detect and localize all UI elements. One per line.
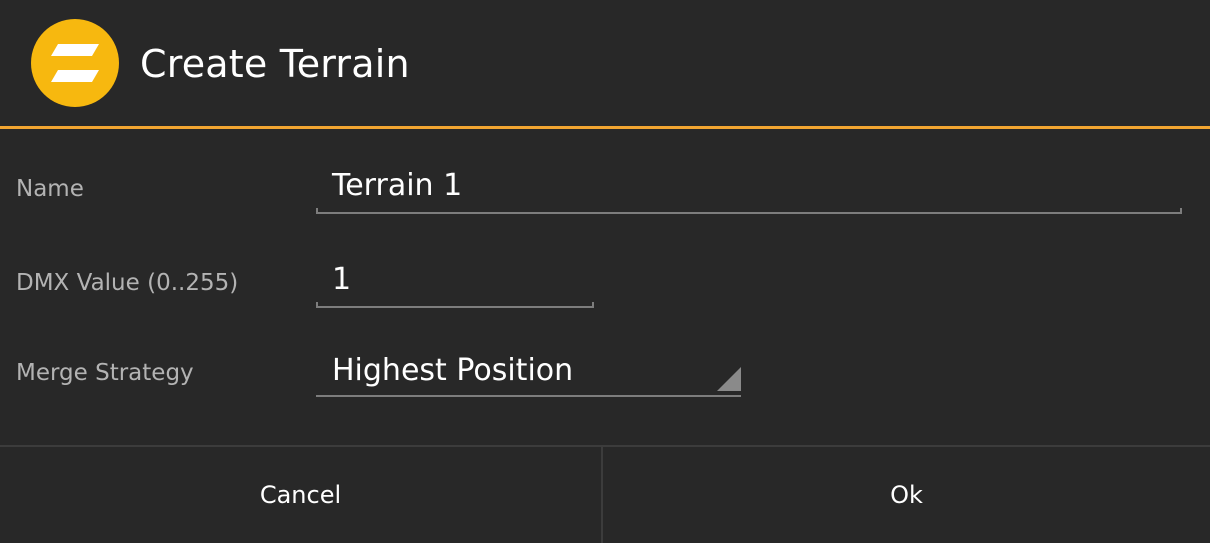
header-accent-line	[0, 126, 1210, 129]
name-field-underline	[316, 208, 1182, 214]
cancel-button[interactable]: Cancel	[0, 447, 601, 543]
dmx-value-stepper[interactable]: 1	[316, 256, 594, 308]
dmx-value: 1	[332, 262, 352, 297]
merge-strategy-value: Highest Position	[332, 353, 574, 388]
dropdown-triangle-icon	[717, 367, 741, 395]
dialog-title: Create Terrain	[140, 42, 410, 86]
name-label: Name	[16, 176, 84, 202]
ok-button[interactable]: Ok	[603, 447, 1210, 543]
dialog-header: Create Terrain	[0, 0, 1210, 126]
merge-strategy-label: Merge Strategy	[16, 360, 194, 386]
name-field[interactable]: Terrain 1	[316, 162, 1182, 214]
merge-strategy-underline	[316, 395, 741, 397]
dmx-field-underline	[316, 302, 594, 308]
dmx-label: DMX Value (0..255)	[16, 270, 239, 296]
merge-strategy-select[interactable]: Highest Position	[316, 348, 741, 397]
name-field-value: Terrain 1	[332, 168, 463, 203]
terrain-logo-icon	[31, 19, 119, 107]
